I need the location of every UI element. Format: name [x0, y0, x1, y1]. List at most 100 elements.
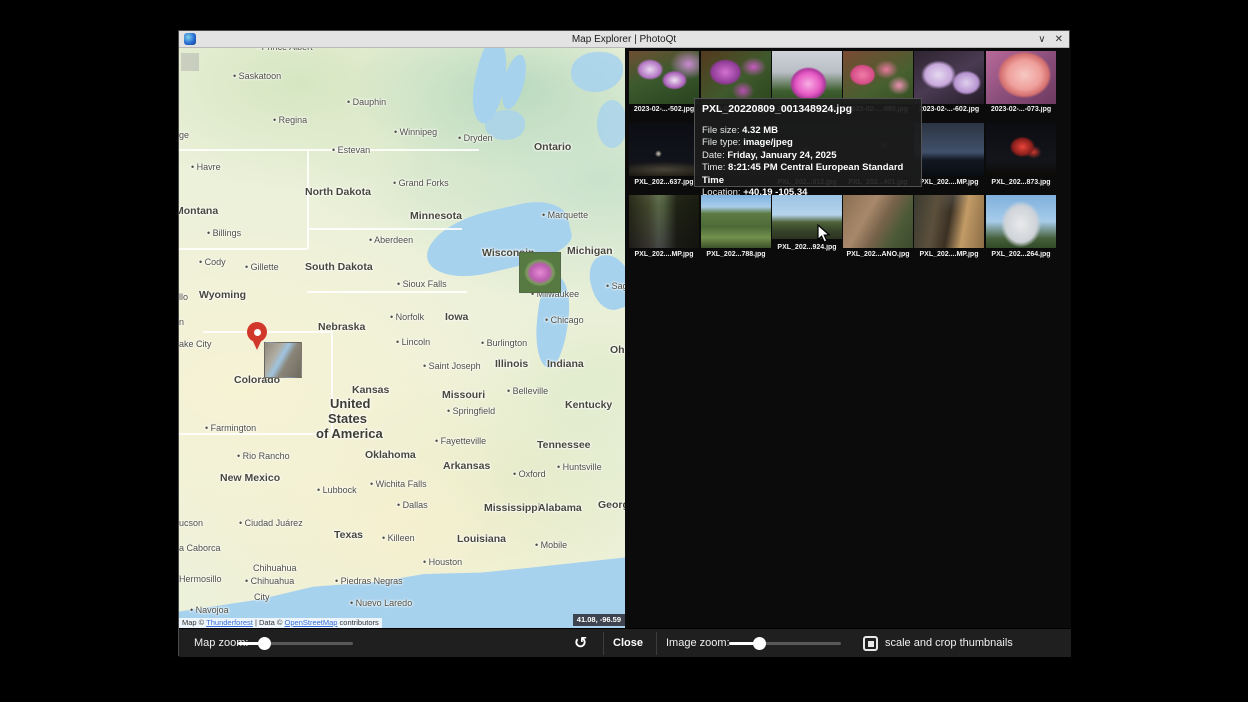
photo-thumbnail[interactable] — [986, 123, 1056, 176]
map-country-line: of America — [316, 426, 383, 441]
thunderforest-link[interactable]: Thunderforest — [206, 618, 253, 627]
photo-filename-label: PXL_202...788.jpg — [701, 251, 771, 258]
close-button[interactable]: Close — [613, 629, 643, 658]
map-country-line: States — [328, 411, 367, 426]
map-city-n: n — [179, 317, 184, 327]
map-city-farmington: Farmington — [205, 423, 256, 433]
border-wy-co — [203, 331, 331, 333]
map-state-arkansas: Arkansas — [443, 460, 490, 472]
window-close-icon[interactable]: ✕ — [1055, 31, 1063, 48]
photo-filename-label: PXL_202....MP.jpg — [914, 179, 984, 186]
map-state-tennessee: Tennessee — [537, 439, 591, 451]
photo-filename-label: PXL_202...873.jpg — [986, 179, 1056, 186]
photo-filename-label: PXL_202....MP.jpg — [629, 251, 699, 258]
map-city-fayetteville: Fayetteville — [435, 436, 486, 446]
tooltip-line: Time: 8:21:45 PM Central European Standa… — [702, 162, 914, 187]
map-city-sag: Sag — [606, 281, 625, 291]
map-city-ge: ge — [179, 130, 189, 140]
map-city-marquette: Marquette — [542, 210, 588, 220]
map-state-ontario: Ontario — [534, 141, 571, 153]
scale-crop-label[interactable]: scale and crop thumbnails — [885, 629, 1013, 658]
lake-small-ne — [571, 52, 623, 92]
map-state-mississippi: Mississippi — [484, 502, 541, 514]
photo-thumbnail[interactable] — [629, 195, 699, 248]
map-state-indiana: Indiana — [547, 358, 584, 370]
map-city-saint-joseph: Saint Joseph — [423, 361, 481, 371]
map-city-navojoa: Navojoa — [190, 605, 229, 615]
map-state-kansas: Kansas — [352, 384, 389, 396]
map-zoom-slider[interactable] — [238, 642, 353, 645]
window-collapse-icon[interactable]: ∨ — [1038, 31, 1045, 48]
tooltip-line: File type: image/jpeg — [702, 137, 914, 150]
border-us-canada — [179, 149, 479, 151]
map-photo-marker-flower[interactable] — [519, 252, 561, 293]
thumbnail-grid-panel[interactable]: 2023-02-...-502.jpg2023-02-...-532.jpg20… — [625, 48, 1071, 628]
map-canvas[interactable]: OntarioNorth DakotaMontanaMinnesotaMichi… — [179, 48, 625, 628]
photo-thumbnail[interactable] — [701, 195, 771, 248]
map-city-grand-forks: Grand Forks — [393, 178, 449, 188]
tooltip-line: Location: +40.19 -105.34 — [702, 187, 914, 200]
map-state-georg: Georg — [598, 499, 625, 511]
photo-info-tooltip: PXL_20220809_001348924.jpg File size: 4.… — [694, 98, 922, 187]
map-city-saskatoon: Saskatoon — [233, 71, 281, 81]
map-state-michigan: Michigan — [567, 245, 613, 257]
map-city-lincoln: Lincoln — [396, 337, 430, 347]
photo-thumbnail[interactable] — [914, 51, 984, 104]
window-title: Map Explorer | PhotoQt — [179, 34, 1069, 45]
map-zoom-slider-knob[interactable] — [258, 637, 271, 650]
map-city-lubbock: Lubbock — [317, 485, 357, 495]
map-city-belleville: Belleville — [507, 386, 548, 396]
mouse-cursor-icon — [817, 224, 831, 244]
photo-filename-label: 2023-02-...-073.jpg — [986, 106, 1056, 113]
map-city-estevan: Estevan — [332, 145, 370, 155]
photo-thumbnail[interactable] — [914, 195, 984, 248]
map-tile-placeholder — [181, 53, 199, 71]
map-photo-marker-mountain[interactable] — [264, 342, 302, 378]
map-state-iowa: Iowa — [445, 311, 468, 323]
map-country-line: United — [330, 396, 370, 411]
map-state-texas: Texas — [334, 529, 363, 541]
tooltip-filename: PXL_20220809_001348924.jpg — [702, 103, 914, 116]
tooltip-line: Date: Friday, January 24, 2025 — [702, 150, 914, 163]
map-state-oh: Oh — [610, 344, 625, 356]
map-city-killeen: Killeen — [382, 533, 415, 543]
photo-thumbnail[interactable] — [914, 123, 984, 176]
border-mt-nd — [307, 149, 309, 249]
map-state-new-mexico: New Mexico — [220, 472, 280, 484]
screen-background: Map Explorer | PhotoQt ∨ ✕ — [0, 0, 1248, 702]
border-nd-sd — [307, 228, 462, 230]
photo-thumbnail[interactable] — [772, 51, 842, 104]
photo-thumbnail[interactable] — [986, 51, 1056, 104]
scale-crop-checkbox[interactable] — [863, 636, 878, 651]
photo-filename-label: 2023-02-...-602.jpg — [914, 106, 984, 113]
openstreetmap-link[interactable]: OpenStreetMap — [285, 618, 338, 627]
map-pin-icon[interactable] — [247, 322, 267, 352]
map-city-wichita-falls: Wichita Falls — [370, 479, 427, 489]
photo-thumbnail[interactable] — [986, 195, 1056, 248]
photo-thumbnail[interactable] — [843, 51, 913, 104]
photo-thumbnail[interactable] — [629, 123, 699, 176]
map-city-chihuahua: Chihuahua — [253, 563, 297, 573]
reset-map-icon[interactable]: ↺ — [574, 629, 587, 658]
map-city-hermosillo: Hermosillo — [179, 574, 222, 584]
photo-thumbnail[interactable] — [772, 195, 842, 239]
image-zoom-slider[interactable] — [729, 642, 841, 645]
window-titlebar[interactable]: Map Explorer | PhotoQt ∨ ✕ — [179, 31, 1069, 48]
map-state-wyoming: Wyoming — [199, 289, 246, 301]
border-co-nm — [179, 433, 331, 435]
map-city-billings: Billings — [207, 228, 241, 238]
photo-thumbnail[interactable] — [843, 195, 913, 248]
image-zoom-slider-knob[interactable] — [753, 637, 766, 650]
map-state-nebraska: Nebraska — [318, 321, 365, 333]
border-mt-wy — [179, 248, 307, 250]
photo-thumbnail[interactable] — [701, 51, 771, 104]
map-city-ake-city: ake City — [179, 339, 212, 349]
map-state-missouri: Missouri — [442, 389, 485, 401]
map-city-gillette: Gillette — [245, 262, 279, 272]
tooltip-line: File size: 4.32 MB — [702, 125, 914, 138]
photo-thumbnail[interactable] — [629, 51, 699, 104]
checkbox-check-mark — [868, 641, 874, 647]
map-state-north-dakota: North Dakota — [305, 186, 371, 198]
map-city-dryden: Dryden — [458, 133, 493, 143]
map-city-chicago: Chicago — [545, 315, 584, 325]
